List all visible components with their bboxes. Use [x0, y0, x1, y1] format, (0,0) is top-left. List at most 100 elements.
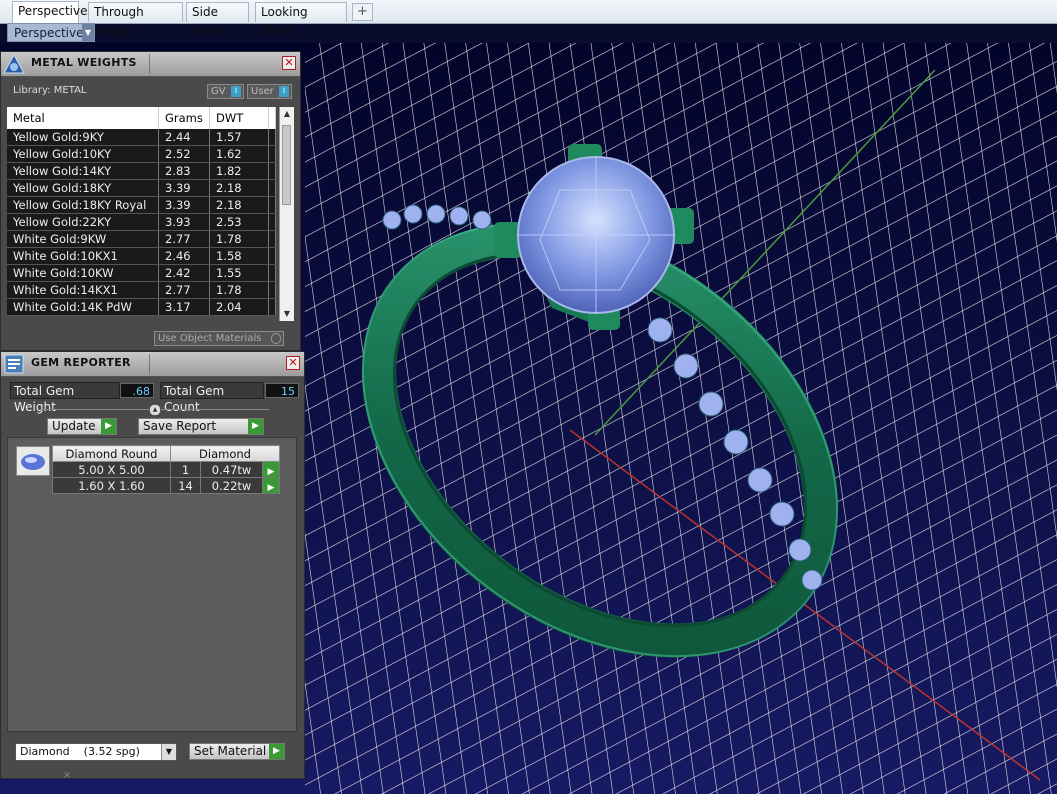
- metal-weights-icon: [3, 53, 25, 75]
- column-header-metal[interactable]: Metal: [7, 107, 159, 129]
- gem-reporter-icon: [3, 353, 25, 375]
- table-row[interactable]: Yellow Gold:22KY 3.93 2.53: [7, 213, 276, 231]
- row-spacer: [268, 162, 276, 180]
- dropdown-arrow-icon[interactable]: ▼: [161, 744, 176, 760]
- use-object-materials-label: Use Object Materials: [158, 333, 262, 344]
- panel-title: GEM REPORTER: [31, 356, 131, 369]
- view-tab-bar: Perspective Through Finger Side View Loo…: [0, 0, 1057, 38]
- gv-toggle[interactable]: GV i: [207, 84, 244, 99]
- table-row[interactable]: Yellow Gold:18KY 3.39 2.18: [7, 179, 276, 197]
- dwt-cell: 2.53: [209, 213, 269, 231]
- set-material-button[interactable]: Set Material ▶: [189, 743, 285, 760]
- row-spacer: [268, 179, 276, 197]
- dwt-cell: 1.78: [209, 281, 269, 299]
- metal-name-cell: White Gold:10KX1: [7, 247, 159, 265]
- set-material-button-label: Set Material: [194, 744, 267, 758]
- viewport-label: Perspective: [14, 26, 84, 40]
- table-row[interactable]: White Gold:10KX1 2.46 1.58: [7, 247, 276, 265]
- row-spacer: [268, 264, 276, 282]
- table-row[interactable]: White Gold:14K PdW 3.17 2.04: [7, 298, 276, 316]
- row-spacer: [268, 230, 276, 248]
- go-arrow-icon: ▶: [269, 744, 284, 759]
- tab-looking-down[interactable]: Looking Down: [255, 2, 347, 38]
- gem-reporter-header: GEM REPORTER ✕: [1, 352, 304, 377]
- grams-cell: 3.17: [158, 298, 210, 316]
- dwt-cell: 2.18: [209, 179, 269, 197]
- table-row[interactable]: White Gold:10KW 2.42 1.55: [7, 264, 276, 282]
- metal-weights-header: METAL WEIGHTS ✕: [1, 52, 300, 77]
- dwt-cell: 1.78: [209, 230, 269, 248]
- table-row[interactable]: Yellow Gold:10KY 2.52 1.62: [7, 145, 276, 163]
- use-object-materials-toggle[interactable]: Use Object Materials: [154, 331, 284, 346]
- add-tab-button[interactable]: +: [352, 3, 373, 21]
- dwt-cell: 1.57: [209, 129, 269, 146]
- row-spacer: [268, 247, 276, 265]
- user-toggle[interactable]: User i: [247, 84, 292, 99]
- scroll-down-icon[interactable]: ▼: [280, 307, 294, 321]
- gem-thumbnail-icon[interactable]: [16, 446, 50, 476]
- gem-reporter-panel: GEM REPORTER ✕ Total Gem Weight .68 Tota…: [0, 351, 305, 781]
- column-spacer: [268, 107, 276, 129]
- gem-type-header: Diamond: [170, 445, 280, 462]
- x-icon: ×: [63, 770, 72, 781]
- column-header-dwt[interactable]: DWT: [209, 107, 269, 129]
- go-arrow-icon: ▶: [248, 419, 263, 434]
- grams-cell: 3.93: [158, 213, 210, 231]
- scroll-thumb[interactable]: [282, 125, 291, 205]
- panel-title: METAL WEIGHTS: [31, 56, 137, 69]
- go-arrow-icon[interactable]: ▶: [262, 477, 280, 494]
- close-icon[interactable]: ✕: [282, 56, 296, 70]
- total-gem-weight-label: Total Gem Weight: [10, 382, 120, 414]
- material-select-value: Diamond (3.52 spg): [20, 745, 140, 758]
- grams-cell: 2.52: [158, 145, 210, 163]
- metal-name-cell: Yellow Gold:18KY Royal: [7, 196, 159, 214]
- close-icon[interactable]: ✕: [286, 356, 300, 370]
- metal-name-cell: White Gold:10KW: [7, 264, 159, 282]
- update-button-label: Update: [52, 419, 96, 433]
- metal-name-cell: Yellow Gold:14KY: [7, 162, 159, 180]
- chevron-down-icon[interactable]: ▼: [82, 24, 94, 41]
- header-divider: [149, 354, 150, 374]
- table-row[interactable]: Yellow Gold:18KY Royal 3.39 2.18: [7, 196, 276, 214]
- info-icon: i: [279, 86, 289, 97]
- column-header-grams[interactable]: Grams: [158, 107, 210, 129]
- gem-size-cell: 5.00 X 5.00: [52, 461, 171, 478]
- go-arrow-icon: ▶: [101, 419, 116, 434]
- gem-list-area: Diamond Round Diamond 5.00 X 5.00 1 0.47tw…: [7, 437, 297, 732]
- row-spacer: [268, 213, 276, 231]
- row-spacer: [268, 196, 276, 214]
- tab-perspective[interactable]: Perspective: [12, 1, 88, 23]
- table-row[interactable]: White Gold:14KX1 2.77 1.78: [7, 281, 276, 299]
- tab-side-view[interactable]: Side View: [186, 2, 249, 38]
- row-spacer: [268, 281, 276, 299]
- metal-table-scrollbar[interactable]: ▲ ▼: [279, 107, 294, 321]
- gv-label: GV: [211, 86, 226, 97]
- collapse-handle-icon[interactable]: ▲: [149, 404, 161, 416]
- metal-name-cell: Yellow Gold:22KY: [7, 213, 159, 231]
- total-gem-count-label: Total Gem Count: [160, 382, 264, 414]
- metal-name-cell: White Gold:9KW: [7, 230, 159, 248]
- grams-cell: 2.83: [158, 162, 210, 180]
- row-spacer: [268, 298, 276, 316]
- gem-row[interactable]: 5.00 X 5.00 1 0.47tw ▶: [52, 461, 280, 478]
- save-report-button[interactable]: Save Report ▶: [138, 418, 264, 435]
- total-gem-count-value: 15: [265, 383, 299, 398]
- material-select[interactable]: Diamond (3.52 spg) ▼: [15, 743, 177, 761]
- gem-count-cell: 14: [169, 477, 202, 494]
- grid-plane: [305, 43, 1057, 794]
- table-row[interactable]: Yellow Gold:14KY 2.83 1.82: [7, 162, 276, 180]
- table-row[interactable]: White Gold:9KW 2.77 1.78: [7, 230, 276, 248]
- scroll-up-icon[interactable]: ▲: [280, 107, 294, 121]
- total-gem-weight-value: .68: [120, 383, 154, 398]
- gem-row[interactable]: 1.60 X 1.60 14 0.22tw ▶: [52, 477, 280, 494]
- radio-icon: [271, 333, 281, 344]
- row-spacer: [268, 129, 276, 146]
- metal-table: Metal Grams DWT Yellow Gold:9KY 2.44 1.57 Y…: [7, 107, 276, 316]
- metal-name-cell: Yellow Gold:9KY: [7, 129, 159, 146]
- update-button[interactable]: Update ▶: [47, 418, 117, 435]
- table-row[interactable]: Yellow Gold:9KY 2.44 1.57: [7, 129, 276, 146]
- tab-through-finger[interactable]: Through Finger: [88, 2, 183, 38]
- metal-name-cell: White Gold:14KX1: [7, 281, 159, 299]
- go-arrow-icon[interactable]: ▶: [262, 461, 280, 478]
- viewport-menu[interactable]: Perspective ▼: [7, 23, 95, 42]
